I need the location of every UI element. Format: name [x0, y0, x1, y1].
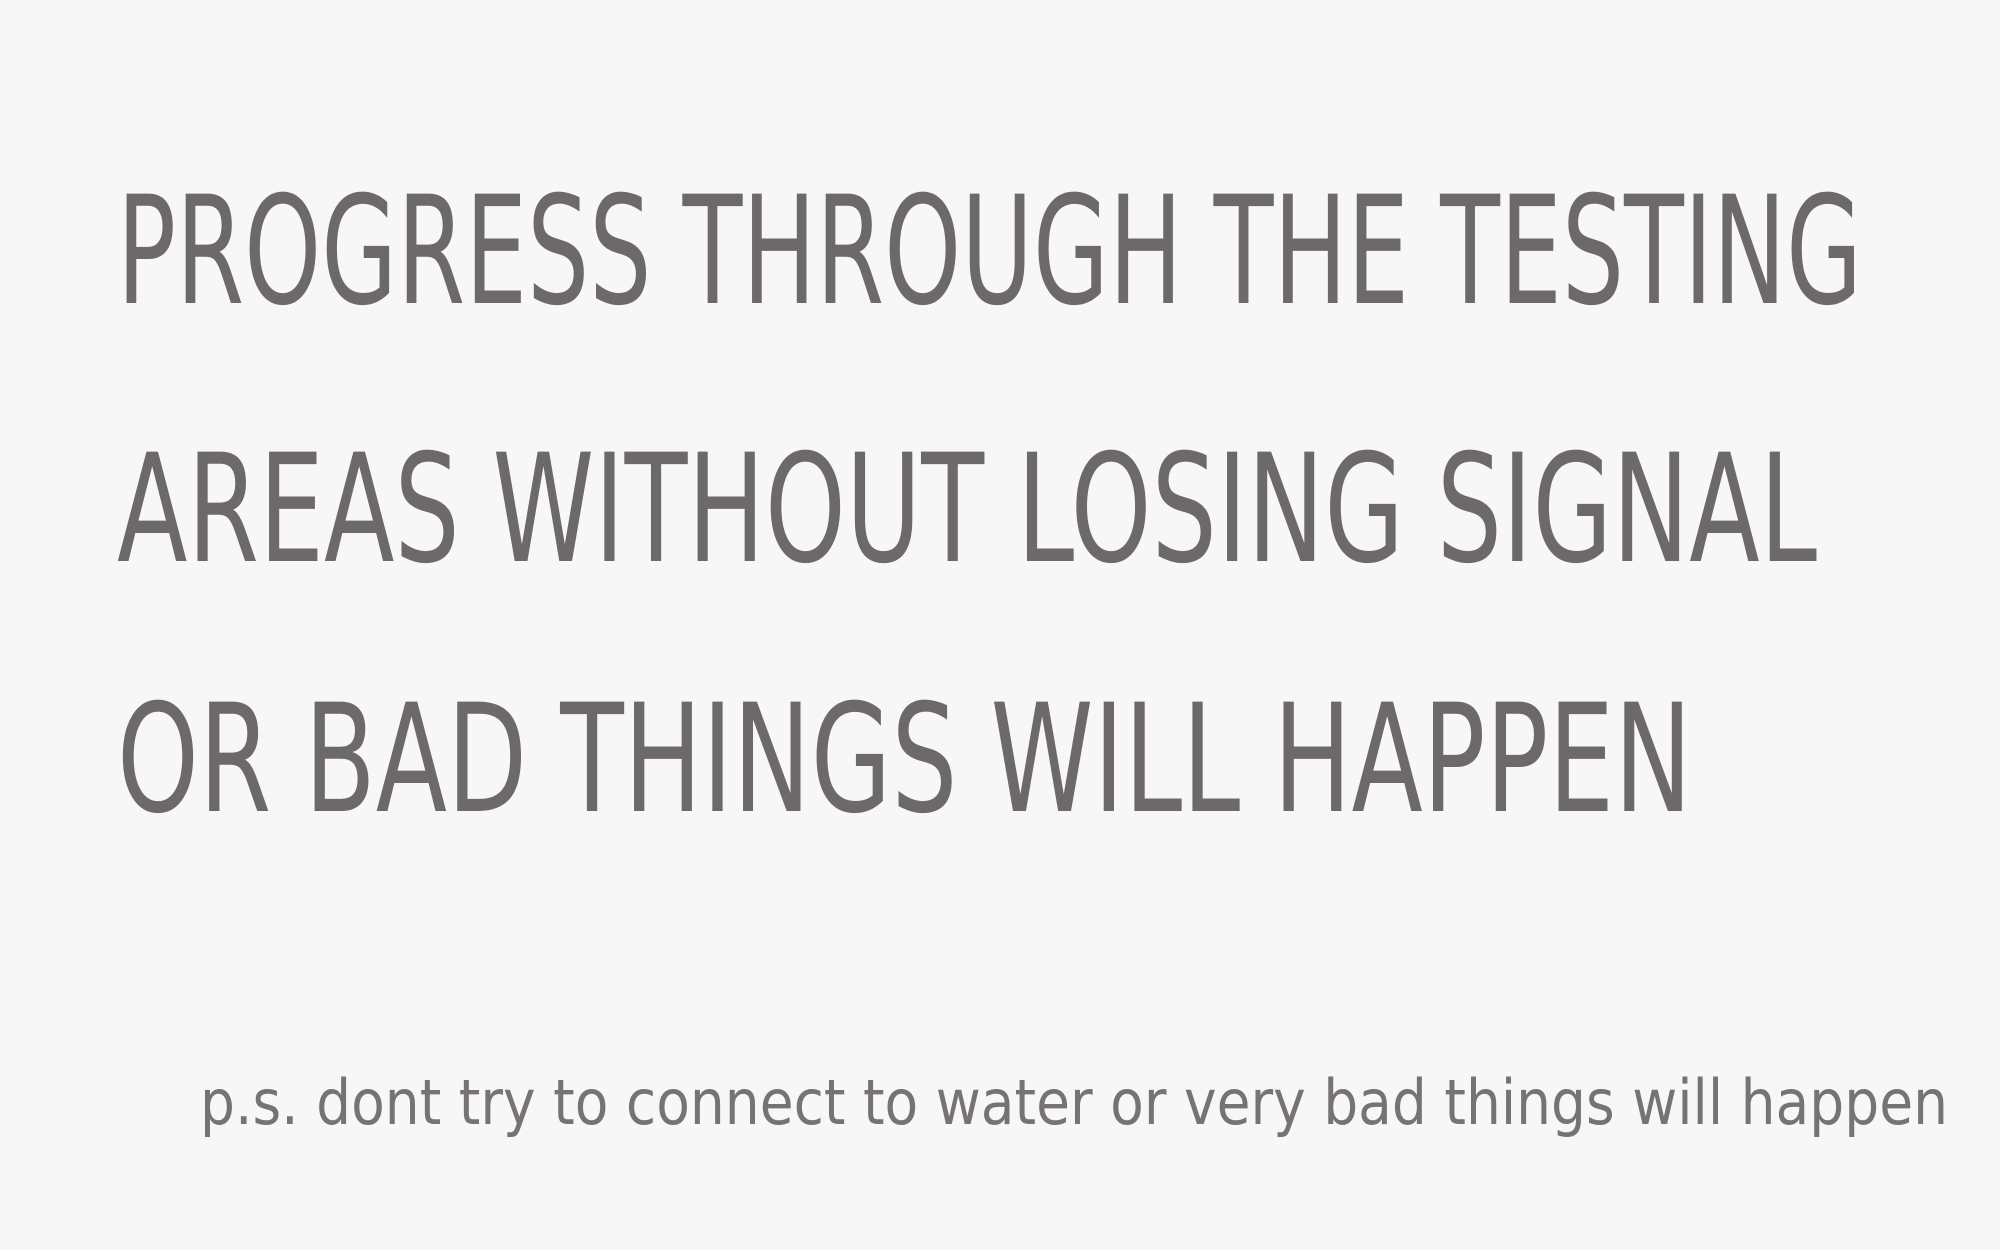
message-line-2: AREAS WITHOUT LOSING SIGNAL [117, 423, 1817, 597]
message-line-1: PROGRESS THROUGH THE TESTING [117, 165, 1862, 339]
message-line-3: OR BAD THINGS WILL HAPPEN [117, 673, 1692, 847]
postscript-note: p.s. dont try to connect to water or ver… [200, 1066, 1948, 1139]
message-screen: PROGRESS THROUGH THE TESTING AREAS WITHO… [0, 0, 2000, 1250]
